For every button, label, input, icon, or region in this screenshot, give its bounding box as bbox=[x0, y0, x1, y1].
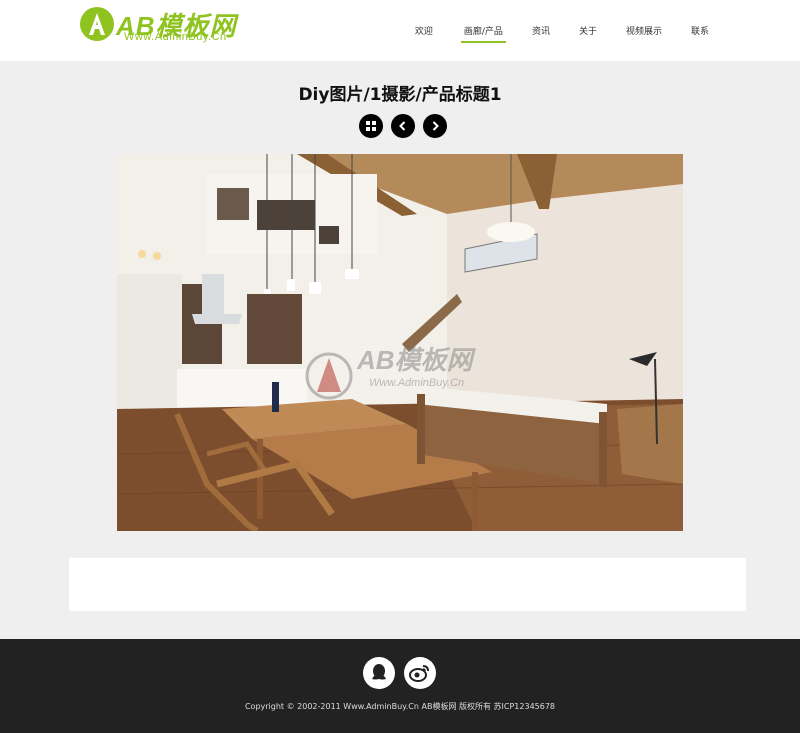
site-logo[interactable]: AB模板网 Www.AdminBuy.Cn bbox=[78, 4, 238, 46]
gallery-controls bbox=[359, 114, 447, 138]
logo-subtext: Www.AdminBuy.Cn bbox=[124, 31, 227, 43]
chevron-left-icon bbox=[399, 121, 406, 131]
previous-button[interactable] bbox=[391, 114, 415, 138]
site-footer: Copyright © 2002-2011 Www.AdminBuy.Cn AB… bbox=[0, 639, 800, 733]
nav-item-welcome[interactable]: 欢迎 bbox=[412, 24, 436, 43]
qq-button[interactable] bbox=[363, 657, 395, 689]
qq-icon bbox=[372, 664, 386, 680]
content-panel bbox=[69, 558, 746, 611]
nav-item-about[interactable]: 关于 bbox=[576, 24, 600, 43]
page-title: Diy图片/1摄影/产品标题1 bbox=[298, 85, 502, 105]
main-nav: 欢迎 画廊/产品 资讯 关于 视频展示 联系 bbox=[412, 24, 712, 43]
nav-item-gallery[interactable]: 画廊/产品 bbox=[460, 24, 506, 43]
logo-a-icon bbox=[80, 7, 114, 41]
nav-item-video[interactable]: 视频展示 bbox=[623, 24, 665, 43]
site-header: AB模板网 Www.AdminBuy.Cn 欢迎 画廊/产品 资讯 关于 视频展… bbox=[0, 0, 800, 61]
next-button[interactable] bbox=[423, 114, 447, 138]
weibo-button[interactable] bbox=[404, 657, 436, 689]
product-photo: AB模板网 Www.AdminBuy.Cn bbox=[117, 154, 683, 531]
grid-icon bbox=[366, 121, 376, 131]
chevron-right-icon bbox=[432, 121, 439, 131]
nav-item-news[interactable]: 资讯 bbox=[529, 24, 553, 43]
watermark-text: AB模板网 bbox=[356, 345, 477, 375]
nav-item-contact[interactable]: 联系 bbox=[688, 24, 712, 43]
interior-photo: AB模板网 Www.AdminBuy.Cn bbox=[117, 154, 683, 531]
weibo-icon bbox=[409, 665, 429, 682]
watermark-subtext: Www.AdminBuy.Cn bbox=[369, 377, 464, 389]
grid-view-button[interactable] bbox=[359, 114, 383, 138]
copyright-text: Copyright © 2002-2011 Www.AdminBuy.Cn AB… bbox=[244, 702, 556, 711]
